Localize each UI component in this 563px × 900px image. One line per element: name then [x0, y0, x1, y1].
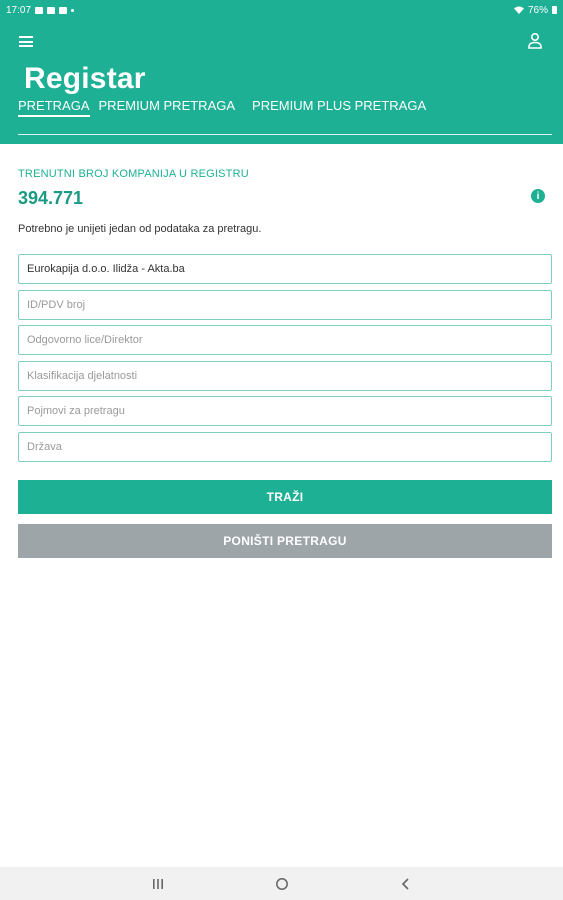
tab-premium-plus-pretraga[interactable]: PREMIUM PLUS PRETRAGA	[252, 98, 426, 113]
status-bar: 17:07 76%	[0, 0, 563, 20]
search-tabs: PRETRAGA PREMIUM PRETRAGA PREMIUM PLUS P…	[18, 98, 426, 117]
youtube-notification-icon-2	[59, 6, 68, 14]
recent-apps-icon[interactable]	[150, 876, 166, 892]
status-right: 76%	[513, 4, 557, 16]
registry-count-value: 394.771	[18, 188, 84, 208]
back-icon[interactable]	[398, 876, 414, 892]
search-button[interactable]: TRAŽI	[18, 480, 552, 514]
hamburger-menu-icon[interactable]	[19, 36, 33, 47]
activity-classification-input[interactable]	[18, 361, 552, 391]
country-input[interactable]	[18, 432, 552, 462]
responsible-person-input[interactable]	[18, 325, 552, 355]
id-pdv-input[interactable]	[18, 290, 552, 320]
more-notifications-icon	[71, 8, 75, 12]
page-title: Registar	[24, 62, 146, 95]
youtube-notification-icon	[47, 6, 56, 14]
status-time: 17:07	[6, 4, 32, 16]
reset-search-button[interactable]: PONIŠTI PRETRAGU	[18, 524, 552, 558]
tab-premium-pretraga[interactable]: PREMIUM PRETRAGA	[99, 98, 236, 113]
home-icon[interactable]	[274, 876, 290, 892]
battery-percent: 76%	[527, 4, 548, 16]
company-name-input[interactable]	[18, 254, 552, 284]
tabs-divider	[18, 134, 552, 135]
system-navigation-bar	[0, 867, 563, 900]
search-terms-input[interactable]	[18, 396, 552, 426]
registry-count-label: TRENUTNI BROJ KOMPANIJA U REGISTRU	[18, 168, 249, 180]
search-hint: Potrebno je unijeti jedan od podataka za…	[18, 223, 262, 235]
user-account-icon[interactable]	[527, 32, 543, 50]
tab-pretraga[interactable]: PRETRAGA	[18, 98, 90, 117]
status-left: 17:07	[6, 4, 75, 16]
app-bar: Registar	[0, 20, 563, 144]
gallery-notification-icon	[35, 6, 44, 14]
wifi-icon	[513, 6, 524, 14]
info-icon[interactable]: i	[531, 189, 545, 203]
battery-icon	[552, 6, 557, 14]
